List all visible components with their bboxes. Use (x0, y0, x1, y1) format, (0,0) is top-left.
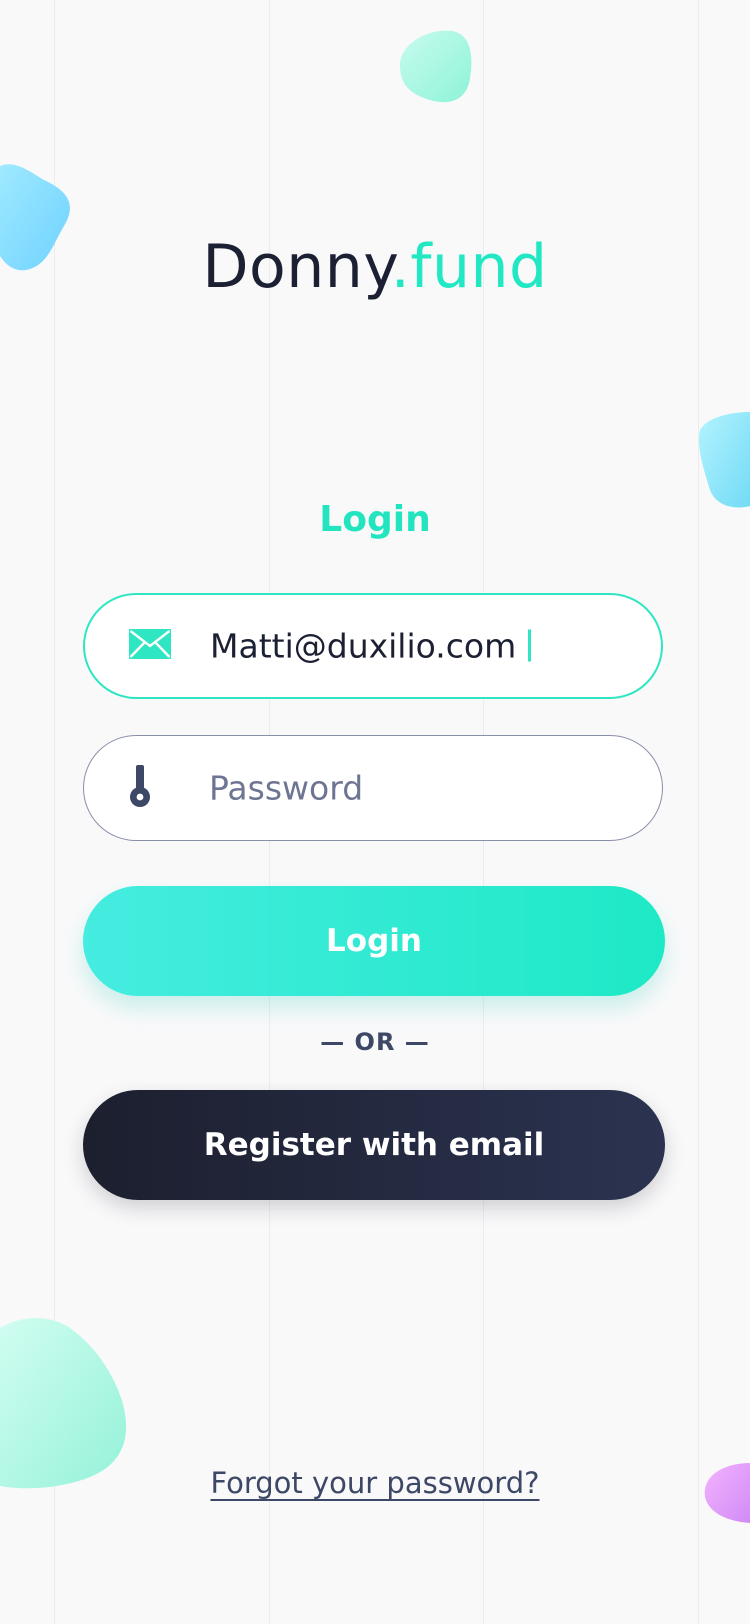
logo-brand-text: Donny (202, 232, 391, 302)
or-separator: — OR — (320, 1028, 430, 1056)
decorative-blob-top (399, 30, 472, 103)
login-heading: Login (319, 499, 431, 540)
register-with-email-button[interactable]: Register with email (83, 1090, 665, 1200)
mail-icon (129, 629, 171, 663)
logo-tld-text: .fund (390, 232, 548, 302)
password-field[interactable]: Password (83, 735, 663, 841)
forgot-password-link[interactable]: Forgot your password? (0, 1466, 750, 1500)
key-icon (128, 765, 152, 811)
email-value: Matti@duxilio.com (210, 626, 532, 666)
login-button[interactable]: Login (83, 886, 665, 996)
app-logo: Donny.fund (0, 222, 750, 312)
email-field[interactable]: Matti@duxilio.com (83, 593, 663, 699)
email-value-text: Matti@duxilio.com (210, 626, 517, 666)
text-cursor (528, 629, 532, 662)
password-placeholder: Password (209, 768, 364, 808)
